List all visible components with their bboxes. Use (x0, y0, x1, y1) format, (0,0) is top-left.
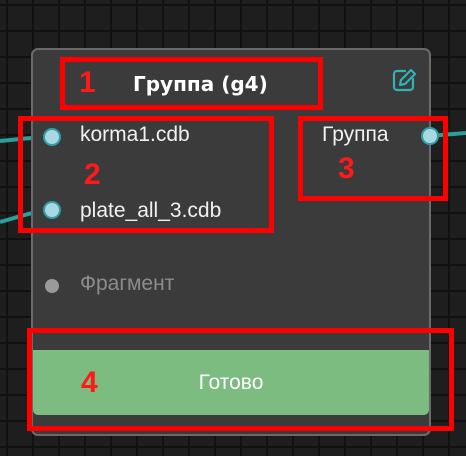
input-label-fragment: Фрагмент (80, 272, 175, 295)
annotation-box-3 (298, 116, 448, 201)
annotation-number-4: 4 (81, 366, 98, 399)
pencil-square-icon[interactable] (391, 67, 417, 93)
annotation-number-1: 1 (79, 66, 96, 99)
input-port-fragment[interactable] (45, 279, 59, 293)
annotation-box-2 (18, 116, 274, 233)
annotation-number-2: 2 (84, 158, 101, 191)
annotation-number-3: 3 (338, 152, 355, 185)
annotation-box-1 (60, 57, 323, 110)
